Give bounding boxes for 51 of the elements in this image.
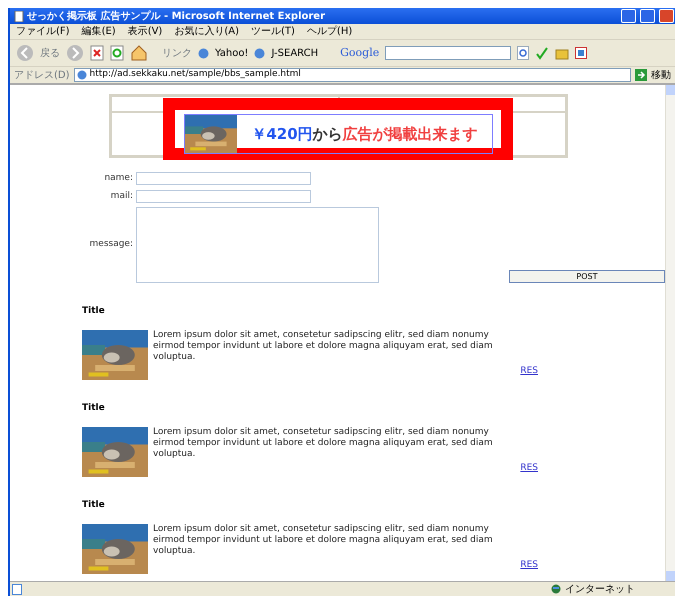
- link-button[interactable]: J-SEARCH: [271, 46, 318, 60]
- google-icon[interactable]: [517, 46, 530, 60]
- zone-text: インターネット: [565, 582, 635, 596]
- globe-icon: [551, 584, 561, 594]
- go-icon[interactable]: [635, 69, 647, 81]
- menu-item[interactable]: ツール(T): [251, 24, 295, 39]
- ad-banner[interactable]: ￥420円から広告が掲載出来ます: [184, 114, 493, 154]
- res-link[interactable]: RES: [520, 462, 538, 475]
- menu-item[interactable]: 編集(E): [82, 24, 116, 39]
- go-button[interactable]: 移動: [651, 68, 671, 82]
- google-button[interactable]: Google: [340, 44, 380, 62]
- post-text: Lorem ipsum dolor sit amet, consetetur sadipscing elitr, sed diam nonumy eirmod tempor invidunt ut labore et dolore magna aliquyam erat, sed diam voluptua.: [153, 330, 494, 364]
- spellcheck-icon[interactable]: [535, 46, 550, 60]
- minimize-button[interactable]: [621, 9, 636, 23]
- refresh-icon[interactable]: [110, 45, 124, 61]
- close-button[interactable]: [659, 9, 674, 23]
- links-label: リンク: [162, 46, 192, 60]
- post-title: Title: [82, 499, 106, 512]
- scrollbar[interactable]: [665, 85, 675, 581]
- field-label: name:: [103, 172, 133, 185]
- back-icon[interactable]: [16, 44, 34, 62]
- menu-item[interactable]: 表示(V): [128, 24, 162, 39]
- home-icon[interactable]: [130, 45, 148, 61]
- link-button[interactable]: Yahoo!: [215, 46, 248, 60]
- menu-item[interactable]: ファイル(F): [16, 24, 70, 39]
- input-field[interactable]: [136, 172, 311, 186]
- res-link[interactable]: RES: [520, 364, 538, 378]
- res-link[interactable]: RES: [520, 558, 538, 572]
- window-title: せっかく掲示板 広告サンプル - Microsoft Internet Explorer: [27, 9, 326, 24]
- post-title: Title: [82, 305, 106, 318]
- ad-text: ￥420円から広告が掲載出来ます: [250, 124, 479, 145]
- url-text: http://ad.sekkaku.net/sample/bbs_sample.html: [90, 68, 301, 82]
- back-label[interactable]: 戻る: [40, 46, 60, 60]
- folder-icon[interactable]: [555, 46, 570, 60]
- field-label: mail:: [110, 190, 133, 202]
- menu-item[interactable]: お気に入り(A): [174, 24, 239, 39]
- address-label: アドレス(D): [14, 68, 70, 82]
- stop-icon[interactable]: [90, 45, 104, 61]
- search-field[interactable]: [385, 46, 512, 60]
- message-field[interactable]: [136, 207, 379, 283]
- post-text: Lorem ipsum dolor sit amet, consetetur sadipscing elitr, sed diam nonumy eirmod tempor invidunt ut labore et dolore magna aliquyam erat, sed diam voluptua.: [153, 524, 494, 558]
- image-icon[interactable]: [575, 47, 588, 59]
- input-field[interactable]: [136, 190, 311, 203]
- post-title: Title: [82, 402, 106, 415]
- post-text: Lorem ipsum dolor sit amet, consetetur sadipscing elitr, sed diam nonumy eirmod tempor invidunt ut labore et dolore magna aliquyam erat, sed diam voluptua.: [153, 427, 494, 461]
- field-label: message:: [88, 238, 133, 252]
- forward-icon[interactable]: [66, 44, 84, 62]
- address-field[interactable]: http://ad.sekkaku.net/sample/bbs_sample.html: [74, 68, 631, 82]
- post-button[interactable]: POST: [508, 270, 665, 283]
- menu-item[interactable]: ヘルプ(H): [306, 24, 352, 39]
- maximize-button[interactable]: [640, 9, 655, 23]
